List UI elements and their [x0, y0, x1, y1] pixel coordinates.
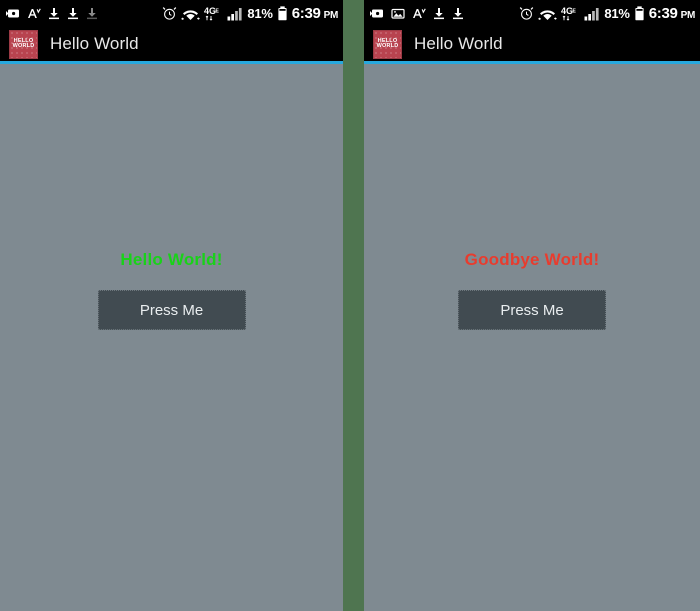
press-me-button[interactable]: Press Me: [97, 290, 246, 330]
status-icons-right-group: 4G E 81% 6:39 PM: [519, 5, 695, 22]
alarm-clock-icon: [519, 6, 534, 21]
lte-4g-icon: 4G E: [561, 6, 580, 21]
wifi-icon: [181, 6, 201, 21]
status-bar-right: 4G E 81% 6:39 PM: [364, 0, 700, 27]
clock: 6:39 PM: [291, 5, 339, 22]
signal-bars-icon: [227, 7, 243, 21]
app-content-left: Hello World! Press Me: [0, 64, 343, 611]
app-logo-line2: WORLD: [12, 43, 35, 49]
download-icon: [433, 7, 445, 20]
signal-bars-icon: [584, 7, 600, 21]
download-icon: [48, 7, 60, 20]
status-icons-left-group: [370, 7, 464, 20]
action-bar-left: HELLO WORLD Hello World: [0, 27, 343, 61]
download-faded-icon: [86, 7, 98, 20]
clock: 6:39 PM: [648, 5, 696, 22]
svg-text:E: E: [216, 9, 220, 15]
wifi-icon: [538, 6, 558, 21]
press-me-button[interactable]: Press Me: [458, 290, 606, 330]
screenshot-root: 4G E 81% 6:39 PM HELLO WORLD Hello World…: [0, 0, 700, 611]
image-icon: [391, 7, 405, 20]
app-title: Hello World: [50, 34, 139, 53]
clock-ampm: PM: [323, 10, 339, 21]
app-title: Hello World: [414, 34, 503, 53]
message-text: Goodbye World!: [464, 250, 600, 269]
status-icons-right-group: 4G E 81% 6:39 PM: [162, 5, 338, 22]
svg-text:4G: 4G: [204, 6, 216, 16]
font-size-icon: [27, 7, 41, 20]
phone-screen-left: 4G E 81% 6:39 PM HELLO WORLD Hello World…: [0, 0, 343, 611]
svg-text:4G: 4G: [561, 6, 573, 16]
download-icon: [67, 7, 79, 20]
app-logo-icon: HELLO WORLD: [373, 29, 402, 59]
svg-text:E: E: [573, 9, 577, 15]
action-bar-right: HELLO WORLD Hello World: [364, 27, 700, 61]
panel-divider: [343, 0, 364, 611]
sd-card-icon: [6, 7, 20, 20]
phone-screen-right: 4G E 81% 6:39 PM HELLO WORLD Hello World…: [364, 0, 700, 611]
app-content-right: Goodbye World! Press Me: [364, 64, 700, 611]
alarm-clock-icon: [162, 6, 177, 21]
font-size-icon: [412, 7, 426, 20]
app-logo-line2: WORLD: [376, 43, 399, 49]
lte-4g-icon: 4G E: [204, 6, 223, 21]
clock-time: 6:39: [291, 5, 321, 22]
battery-icon: [277, 6, 288, 21]
clock-time: 6:39: [648, 5, 678, 22]
status-bar-left: 4G E 81% 6:39 PM: [0, 0, 343, 27]
battery-icon: [634, 6, 645, 21]
sd-card-icon: [370, 7, 384, 20]
clock-ampm: PM: [680, 10, 696, 21]
status-icons-left-group: [6, 7, 98, 20]
battery-percent-label: 81%: [247, 6, 273, 21]
app-logo-icon: HELLO WORLD: [9, 29, 38, 59]
download-icon: [452, 7, 464, 20]
battery-percent-label: 81%: [604, 6, 630, 21]
message-text: Hello World!: [120, 250, 223, 269]
